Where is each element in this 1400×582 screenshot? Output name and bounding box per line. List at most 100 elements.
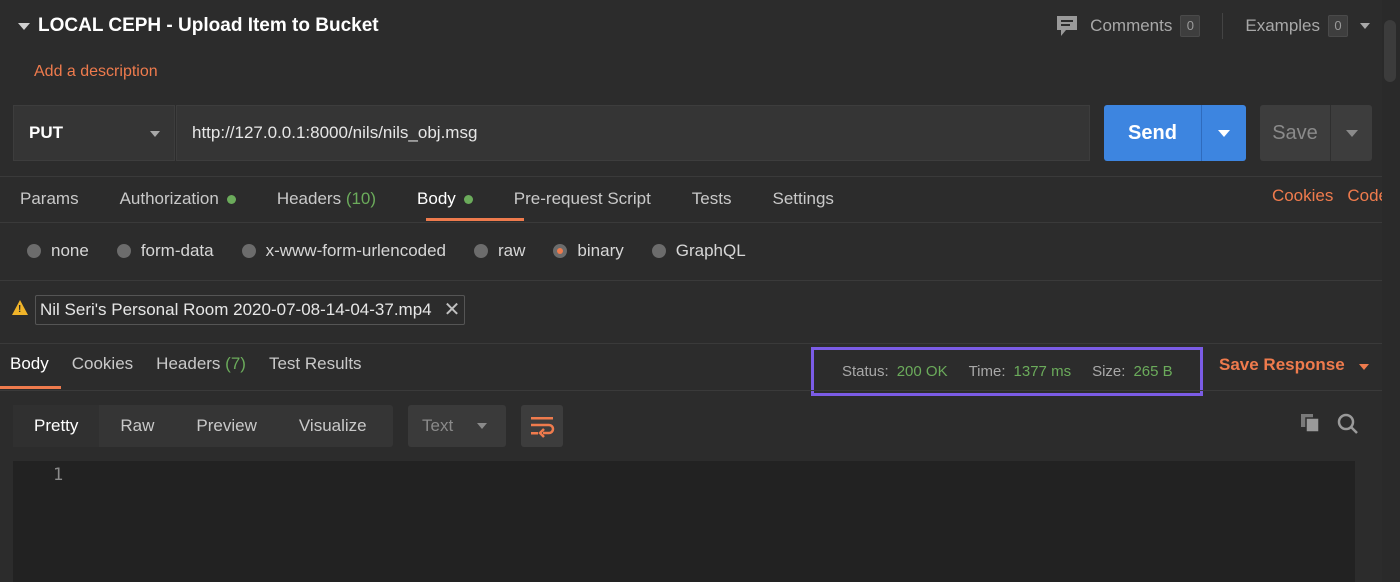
radio-label: binary [577, 241, 624, 260]
radio-label: raw [498, 241, 526, 260]
comment-icon [1057, 16, 1078, 36]
tab-response-cookies[interactable]: Cookies [72, 354, 133, 374]
radio-label: none [51, 241, 89, 260]
method-value: PUT [29, 123, 63, 142]
radio-none[interactable]: none [27, 241, 89, 261]
cookies-link[interactable]: Cookies [1272, 186, 1333, 206]
view-mode-group: Pretty Raw Preview Visualize [13, 405, 393, 447]
divider [1222, 13, 1224, 39]
comments-count-badge: 0 [1180, 15, 1201, 37]
wrap-lines-button[interactable] [521, 405, 563, 447]
tab-label: Settings [772, 189, 834, 208]
line-number: 1 [53, 465, 64, 485]
save-options-button[interactable] [1330, 105, 1372, 161]
tab-response-body[interactable]: Body [10, 354, 49, 374]
tab-label: Params [20, 189, 79, 208]
send-button[interactable]: Send [1104, 105, 1201, 161]
view-pretty-button[interactable]: Pretty [13, 405, 100, 447]
scrollbar[interactable] [1382, 0, 1400, 582]
tab-tests[interactable]: Tests [692, 186, 732, 212]
size-value[interactable]: 265 B [1133, 363, 1172, 380]
radio-label: form-data [140, 241, 214, 260]
request-title[interactable]: LOCAL CEPH - Upload Item to Bucket [38, 15, 379, 37]
examples-button[interactable]: Examples [1245, 16, 1320, 36]
chevron-down-icon [477, 423, 488, 429]
chevron-down-icon [1358, 363, 1369, 370]
chevron-down-icon [1345, 129, 1358, 137]
divider [0, 343, 1400, 344]
status-label: Status: [842, 363, 889, 380]
body-type-radios: none form-data x-www-form-urlencoded raw… [27, 241, 774, 261]
radio-icon [651, 244, 666, 258]
radio-label: GraphQL [675, 241, 746, 260]
close-icon[interactable]: ✕ [444, 300, 461, 320]
url-input[interactable]: http://127.0.0.1:8000/nils/nils_obj.msg [176, 105, 1090, 161]
request-links: Cookies Code [1258, 186, 1388, 206]
save-response-label: Save Response [1219, 355, 1345, 374]
examples-count-badge: 0 [1328, 15, 1348, 37]
tab-authorization[interactable]: Authorization [120, 186, 236, 212]
format-select[interactable]: Text [408, 405, 506, 447]
tab-label: Headers [276, 189, 342, 208]
radio-urlencoded[interactable]: x-www-form-urlencoded [241, 241, 447, 261]
tab-label: Authorization [119, 189, 219, 208]
size-label: Size: [1092, 363, 1126, 380]
tab-response-headers[interactable]: Headers (7) [156, 354, 246, 374]
add-description-link[interactable]: Add a description [34, 63, 158, 81]
radio-label: x-www-form-urlencoded [265, 241, 447, 260]
tab-label: Body [417, 189, 456, 208]
comments-button[interactable]: Comments [1090, 16, 1172, 36]
divider [0, 176, 1400, 177]
response-stats: Status: 200 OK Time: 1377 ms Size: 265 B [811, 347, 1203, 396]
examples-dropdown-icon[interactable] [1360, 23, 1370, 29]
tab-label: Tests [691, 189, 732, 208]
radio-raw[interactable]: raw [474, 241, 525, 261]
view-visualize-button[interactable]: Visualize [278, 405, 388, 447]
status-value[interactable]: 200 OK [897, 363, 948, 380]
radio-binary[interactable]: binary [553, 241, 624, 261]
time-label: Time: [968, 363, 1006, 380]
tab-params[interactable]: Params [20, 186, 79, 212]
scrollbar-thumb[interactable] [1384, 20, 1396, 82]
radio-icon [474, 244, 489, 258]
active-tab-indicator [426, 218, 524, 221]
time-value[interactable]: 1377 ms [1014, 363, 1072, 380]
radio-selected-icon [553, 244, 568, 258]
request-title-row[interactable]: LOCAL CEPH - Upload Item to Bucket [18, 14, 379, 38]
radio-form-data[interactable]: form-data [116, 241, 214, 261]
send-options-button[interactable] [1201, 105, 1246, 161]
view-raw-button[interactable]: Raw [99, 405, 175, 447]
warning-mark: ! [18, 304, 22, 315]
active-dot-icon [463, 194, 473, 204]
chevron-down-icon [1218, 129, 1230, 137]
format-value: Text [422, 416, 454, 435]
selected-file-chip[interactable]: Nil Seri's Personal Room 2020-07-08-14-0… [35, 295, 466, 325]
tab-headers[interactable]: Headers (10) [277, 186, 376, 212]
view-preview-button[interactable]: Preview [175, 405, 277, 447]
chevron-down-icon [150, 131, 160, 137]
active-tab-indicator [0, 386, 61, 389]
active-dot-icon [226, 194, 236, 204]
wrap-icon [531, 417, 555, 438]
copy-icon[interactable] [1300, 413, 1320, 433]
radio-graphql[interactable]: GraphQL [651, 241, 746, 261]
save-button[interactable]: Save [1260, 105, 1330, 161]
radio-icon [116, 244, 131, 258]
tab-body[interactable]: Body [417, 186, 473, 212]
collapse-caret-icon[interactable] [18, 22, 30, 30]
divider [0, 222, 1400, 223]
headers-count: (7) [225, 354, 246, 373]
method-select[interactable]: PUT [13, 105, 175, 161]
search-icon[interactable] [1337, 413, 1359, 435]
tab-test-results[interactable]: Test Results [269, 354, 362, 374]
send-button-group: Send [1104, 105, 1246, 161]
file-name: Nil Seri's Personal Room 2020-07-08-14-0… [40, 300, 432, 319]
save-response-button[interactable]: Save Response [1219, 355, 1369, 375]
response-tabs: Body Cookies Headers (7) Test Results [10, 354, 385, 374]
save-button-group: Save [1260, 105, 1372, 161]
request-tabs: Params Authorization Headers (10) Body P… [20, 186, 875, 212]
tab-settings[interactable]: Settings [772, 186, 833, 212]
response-body-editor[interactable] [13, 461, 1355, 582]
tab-pre-request-script[interactable]: Pre-request Script [514, 186, 651, 212]
radio-icon [241, 244, 256, 258]
